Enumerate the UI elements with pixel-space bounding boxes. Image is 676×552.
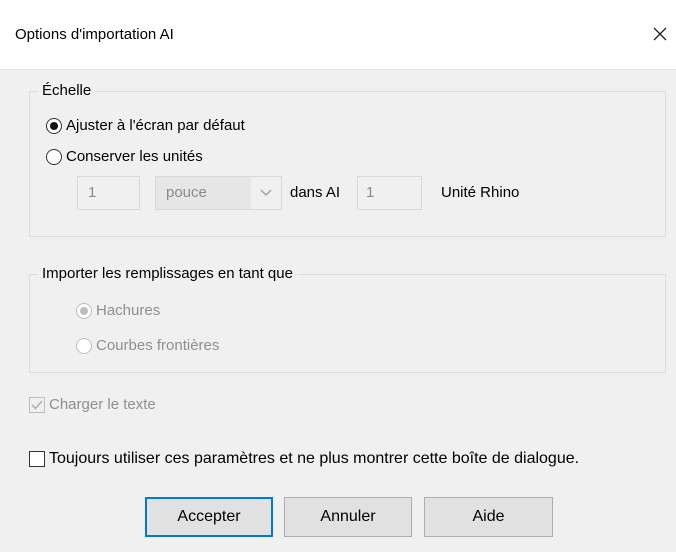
cancel-button[interactable]: Annuler: [284, 497, 412, 537]
check-icon: [31, 400, 43, 410]
radio-keep-units-label: Conserver les unités: [66, 148, 203, 165]
radio-hatch[interactable]: Hachures: [76, 302, 160, 319]
always-use-label: Toujours utiliser ces paramètres et ne p…: [49, 450, 580, 467]
fill-legend: Importer les remplissages en tant que: [38, 264, 297, 284]
chevron-down-icon: [260, 189, 272, 196]
rhino-unit-label: Unité Rhino: [441, 184, 520, 201]
window-title: Options d'importation AI: [15, 26, 174, 43]
radio-indicator: [46, 117, 62, 134]
radio-hatch-label: Hachures: [96, 302, 161, 319]
unit-select[interactable]: pouce: [155, 176, 282, 210]
help-button[interactable]: Aide: [424, 497, 553, 537]
fill-group: Importer les remplissages en tant que: [29, 264, 666, 373]
radio-fit-screen-label: Ajuster à l'écran par défaut: [66, 117, 245, 134]
radio-keep-units[interactable]: Conserver les unités: [46, 148, 203, 165]
radio-indicator: [76, 302, 92, 319]
accept-button[interactable]: Accepter: [145, 497, 273, 537]
in-ai-label: dans AI: [290, 184, 341, 201]
unit-select-value: pouce: [156, 177, 251, 209]
radio-fit-screen[interactable]: Ajuster à l'écran par défaut: [46, 117, 245, 134]
radio-boundary-label: Courbes frontières: [96, 337, 220, 354]
radio-indicator: [76, 337, 92, 354]
value-right-input[interactable]: 1: [357, 176, 422, 210]
radio-boundary-curves[interactable]: Courbes frontières: [76, 337, 219, 354]
close-icon: [653, 27, 667, 41]
close-button[interactable]: [645, 14, 675, 54]
radio-indicator: [46, 148, 62, 165]
checkbox-box: [29, 451, 45, 467]
always-use-checkbox[interactable]: Toujours utiliser ces paramètres et ne p…: [29, 450, 579, 468]
load-text-label: Charger le texte: [49, 396, 156, 413]
title-bar: Options d'importation AI: [0, 0, 676, 70]
scale-legend: Échelle: [38, 81, 96, 101]
value-left-input[interactable]: 1: [77, 176, 140, 210]
checkbox-box: [29, 396, 45, 413]
load-text-checkbox[interactable]: Charger le texte: [29, 396, 156, 413]
